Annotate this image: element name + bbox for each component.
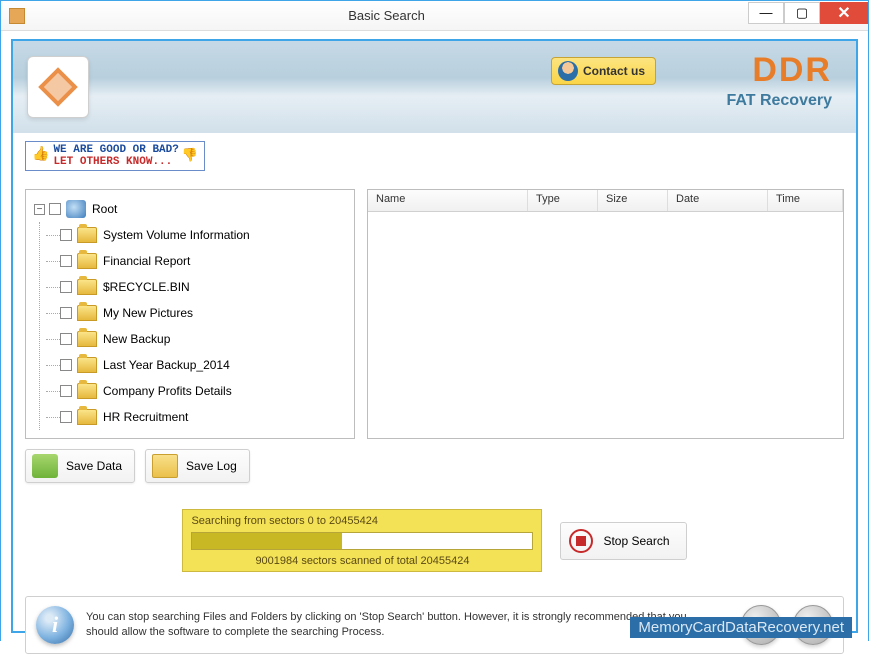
progress-box: Searching from sectors 0 to 20455424 900… xyxy=(182,509,542,572)
tree-children: System Volume Information Financial Repo… xyxy=(39,222,346,430)
folder-icon xyxy=(77,331,97,347)
checkbox[interactable] xyxy=(60,359,72,371)
checkbox[interactable] xyxy=(60,281,72,293)
feedback-line1: WE ARE GOOD OR BAD? xyxy=(53,144,178,156)
tree-item[interactable]: New Backup xyxy=(60,326,346,352)
contact-us-button[interactable]: Contact us xyxy=(551,57,656,85)
feedback-banner[interactable]: 👍 WE ARE GOOD OR BAD? LET OTHERS KNOW...… xyxy=(25,141,205,171)
root-checkbox[interactable] xyxy=(49,203,61,215)
col-size[interactable]: Size xyxy=(598,190,668,211)
folder-icon xyxy=(77,279,97,295)
tree-item[interactable]: System Volume Information xyxy=(60,222,346,248)
logo-box xyxy=(27,56,89,118)
root-label: Root xyxy=(92,202,117,216)
drive-icon xyxy=(66,200,86,218)
checkbox[interactable] xyxy=(60,411,72,423)
tree-item-label: Last Year Backup_2014 xyxy=(103,358,230,372)
app-icon xyxy=(9,8,25,24)
col-date[interactable]: Date xyxy=(668,190,768,211)
tree-item-label: New Backup xyxy=(103,332,170,346)
save-data-button[interactable]: Save Data xyxy=(25,449,135,483)
collapse-toggle[interactable]: − xyxy=(34,204,45,215)
main-area: 👍 WE ARE GOOD OR BAD? LET OTHERS KNOW...… xyxy=(13,133,856,580)
col-type[interactable]: Type xyxy=(528,190,598,211)
contact-label: Contact us xyxy=(583,64,645,78)
folder-icon xyxy=(77,253,97,269)
close-button[interactable]: ✕ xyxy=(820,2,868,24)
window-title: Basic Search xyxy=(25,8,748,23)
panels: − Root System Volume Information Financi… xyxy=(25,189,844,439)
list-header: Name Type Size Date Time xyxy=(368,190,843,212)
maximize-button[interactable]: ▢ xyxy=(784,2,820,24)
thumbs-down-icon: 👎 xyxy=(182,149,198,163)
folder-icon xyxy=(77,409,97,425)
tree-item-label: System Volume Information xyxy=(103,228,250,242)
feedback-line2: LET OTHERS KNOW... xyxy=(53,156,172,168)
tree-item[interactable]: $RECYCLE.BIN xyxy=(60,274,346,300)
tree-item-label: Company Profits Details xyxy=(103,384,232,398)
stop-icon xyxy=(569,529,593,553)
folder-icon xyxy=(77,383,97,399)
progress-section: Searching from sectors 0 to 20455424 900… xyxy=(25,509,844,572)
tree-item[interactable]: Company Profits Details xyxy=(60,378,346,404)
header-banner: Contact us DDR FAT Recovery xyxy=(13,41,856,133)
save-data-label: Save Data xyxy=(66,459,122,473)
button-row: Save Data Save Log xyxy=(25,449,844,483)
app-window: Basic Search — ▢ ✕ Contact us DDR xyxy=(0,0,869,641)
file-list[interactable]: Name Type Size Date Time xyxy=(367,189,844,439)
checkbox[interactable] xyxy=(60,307,72,319)
folder-icon xyxy=(77,357,97,373)
tree-item-label: My New Pictures xyxy=(103,306,193,320)
logo-icon xyxy=(38,67,78,107)
progress-bar xyxy=(191,532,533,550)
checkbox[interactable] xyxy=(60,229,72,241)
tree-item-label: HR Recruitment xyxy=(103,410,188,424)
save-log-button[interactable]: Save Log xyxy=(145,449,250,483)
brand-name: DDR xyxy=(726,55,832,86)
save-data-icon xyxy=(32,454,58,478)
stop-label: Stop Search xyxy=(603,534,669,548)
save-log-icon xyxy=(152,454,178,478)
tree-item[interactable]: My New Pictures xyxy=(60,300,346,326)
progress-fill xyxy=(192,533,342,549)
client-frame: Contact us DDR FAT Recovery 👍 WE ARE GOO… xyxy=(11,39,858,633)
col-name[interactable]: Name xyxy=(368,190,528,211)
folder-icon xyxy=(77,227,97,243)
checkbox[interactable] xyxy=(60,255,72,267)
save-log-label: Save Log xyxy=(186,459,237,473)
checkbox[interactable] xyxy=(60,333,72,345)
info-icon: i xyxy=(36,606,74,644)
tree-item[interactable]: Last Year Backup_2014 xyxy=(60,352,346,378)
brand-block: DDR FAT Recovery xyxy=(726,55,832,110)
tree-item[interactable]: HR Recruitment xyxy=(60,404,346,430)
stop-search-button[interactable]: Stop Search xyxy=(560,522,686,560)
titlebar: Basic Search — ▢ ✕ xyxy=(1,1,868,31)
tree-item-label: $RECYCLE.BIN xyxy=(103,280,190,294)
folder-tree[interactable]: − Root System Volume Information Financi… xyxy=(25,189,355,439)
person-icon xyxy=(558,61,578,81)
thumbs-up-icon: 👍 xyxy=(32,148,49,163)
progress-status: 9001984 sectors scanned of total 2045542… xyxy=(191,555,533,567)
checkbox[interactable] xyxy=(60,385,72,397)
brand-subtitle: FAT Recovery xyxy=(726,92,832,110)
tree-root-row[interactable]: − Root xyxy=(34,196,346,222)
col-time[interactable]: Time xyxy=(768,190,843,211)
tree-item[interactable]: Financial Report xyxy=(60,248,346,274)
watermark: MemoryCardDataRecovery.net xyxy=(630,617,852,638)
client-area: Contact us DDR FAT Recovery 👍 WE ARE GOO… xyxy=(1,31,868,641)
minimize-button[interactable]: — xyxy=(748,2,784,24)
progress-heading: Searching from sectors 0 to 20455424 xyxy=(191,515,533,527)
tree-item-label: Financial Report xyxy=(103,254,190,268)
folder-icon xyxy=(77,305,97,321)
